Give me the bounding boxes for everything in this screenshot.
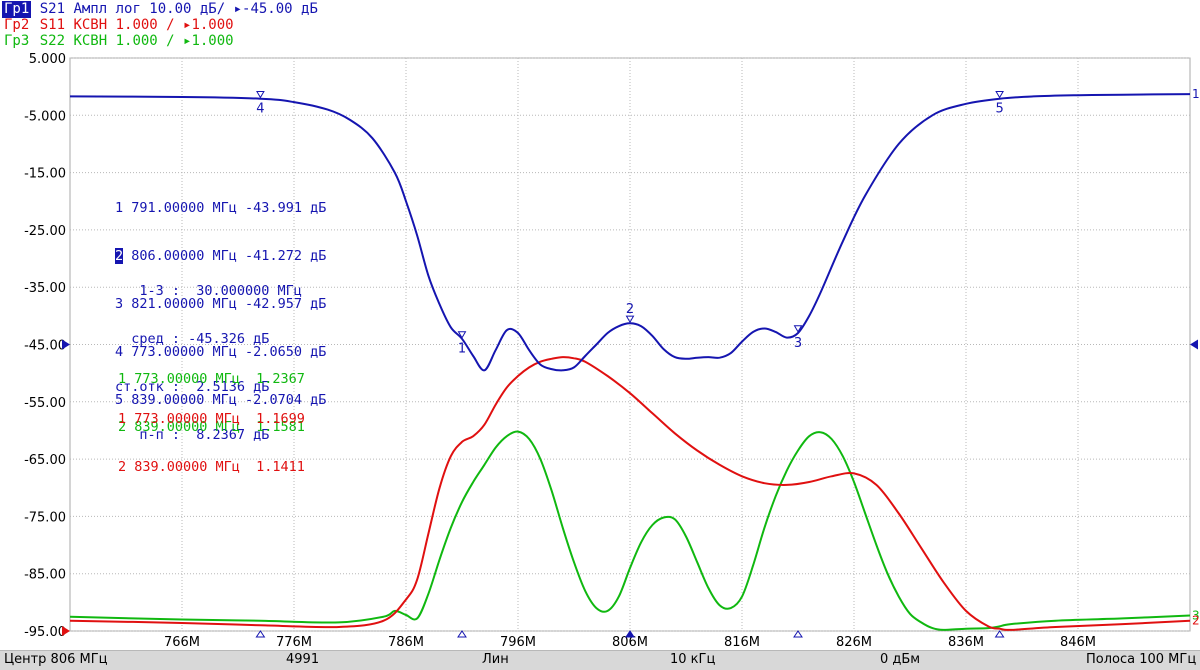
stats-span: 1-3 : 30.000000 МГц (115, 283, 302, 299)
reference-level-indicator-right (1190, 339, 1198, 350)
trace-edge-label: 1 (1192, 87, 1200, 101)
marker-number: 1 (115, 200, 124, 216)
marker-label: 4 (256, 101, 264, 116)
x-tick-label: 766M (164, 635, 200, 650)
status-points[interactable]: 4991 (286, 652, 319, 667)
trace1-settings: S21 Ампл лог 10.00 дБ/ ▸-45.00 дБ (31, 1, 318, 17)
marker-label: 1 (458, 342, 466, 357)
x-tick-label: 776M (276, 635, 312, 650)
status-span[interactable]: Полоса 100 МГц (1086, 652, 1196, 667)
status-center-frequency[interactable]: Центр 806 МГц (4, 652, 108, 667)
marker-label: 5 (995, 102, 1003, 117)
y-tick-label: -65.00 (24, 453, 66, 468)
y-tick-label: -5.000 (24, 109, 66, 124)
y-tick-label: -55.00 (24, 396, 66, 411)
status-if-bandwidth[interactable]: 10 кГц (670, 652, 715, 667)
reference-level-indicator-left (62, 626, 70, 636)
trace1-header[interactable]: Гр1 S21 Ампл лог 10.00 дБ/ ▸-45.00 дБ (2, 1, 318, 18)
trace1-tag[interactable]: Гр1 (2, 1, 32, 18)
x-tick-label: 796M (500, 635, 536, 650)
y-tick-label: -85.00 (24, 568, 66, 583)
s11-marker-table: 1 773.00000 МГц 1.1699 2 839.00000 МГц 1… (118, 379, 305, 491)
trace2-tag[interactable]: Гр2 (2, 17, 31, 34)
marker-label: 2 (626, 302, 634, 317)
trace2-header[interactable]: Гр2 S11 КСВН 1.000 / ▸1.000 (2, 17, 234, 34)
y-axis-tick-labels: 5.000 -5.000 -15.00 -25.00 -35.00 -45.00 -55.0… (24, 52, 66, 640)
marker-stimulus-indicator (255, 630, 266, 638)
status-power[interactable]: 0 дБм (880, 652, 920, 667)
y-tick-label: 5.000 (29, 52, 66, 67)
x-tick-label: 826M (836, 635, 872, 650)
x-tick-label: 836M (948, 635, 984, 650)
status-sweep-type[interactable]: Лин (482, 652, 509, 667)
marker-stimulus-indicator (625, 630, 635, 638)
y-tick-label: -25.00 (24, 224, 66, 239)
trace-edge-label: 2 (1192, 614, 1200, 628)
x-tick-label: 846M (1060, 635, 1096, 650)
marker-triangle (256, 90, 265, 99)
marker-row-1[interactable]: 1 791.00000 МГц -43.991 дБ (115, 200, 326, 216)
y-tick-label: -95.00 (24, 625, 66, 640)
marker-triangle (995, 91, 1004, 99)
marker-readout: 791.00000 МГц -43.991 дБ (123, 200, 327, 216)
s11-marker-row-1[interactable]: 1 773.00000 МГц 1.1699 (118, 411, 305, 427)
x-tick-label: 816M (724, 635, 760, 650)
trace2-settings: S11 КСВН 1.000 / ▸1.000 (31, 17, 234, 33)
reference-level-indicator-left (62, 339, 70, 350)
trace3-settings: S22 КСВН 1.000 / ▸1.000 (31, 33, 234, 49)
s11-marker-row-2[interactable]: 2 839.00000 МГц 1.1411 (118, 459, 305, 475)
marker-stimulus-indicator (994, 630, 1005, 638)
trace3-header[interactable]: Гр3 S22 КСВН 1.000 / ▸1.000 (2, 33, 234, 50)
marker-stimulus-indicator (793, 630, 803, 638)
status-bar: Центр 806 МГц 4991 Лин 10 кГц 0 дБм Поло… (0, 650, 1200, 670)
marker-label: 3 (794, 336, 802, 351)
y-tick-label: -35.00 (24, 281, 66, 296)
y-tick-label: -45.00 (24, 339, 66, 354)
y-tick-label: -75.00 (24, 510, 66, 525)
trace3-tag[interactable]: Гр3 (2, 33, 31, 50)
x-tick-label: 786M (388, 635, 424, 650)
marker-stimulus-indicator (457, 630, 467, 638)
y-tick-label: -15.00 (24, 167, 66, 182)
